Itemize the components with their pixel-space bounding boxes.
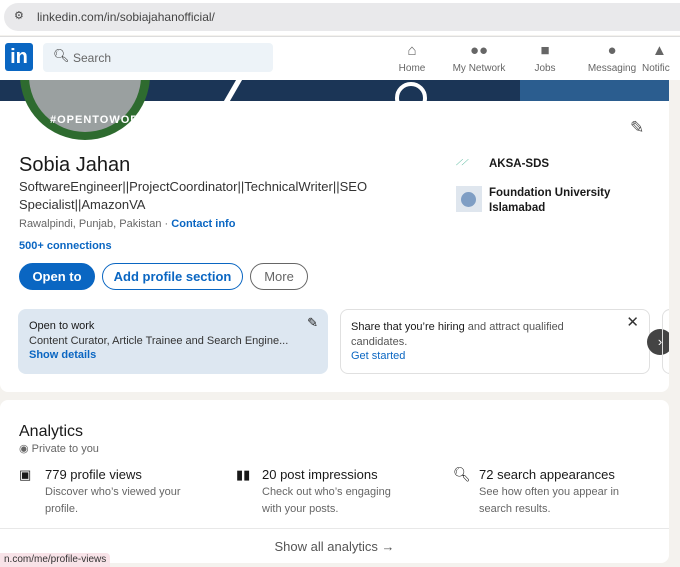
- edit-intro-icon[interactable]: ✎: [630, 118, 644, 138]
- hiring-bold: Share that you’re hiring: [351, 321, 465, 333]
- profile-name: Sobia Jahan: [19, 154, 131, 176]
- nav-my-network[interactable]: ●● My Network: [447, 42, 511, 74]
- profile-headline: SoftwareEngineer||ProjectCoordinator||Te…: [19, 179, 368, 212]
- open-to-button[interactable]: Open to: [19, 263, 95, 290]
- eye-icon: ◉: [19, 443, 29, 455]
- nav-messaging[interactable]: ● Messaging: [580, 42, 644, 74]
- contact-info-link[interactable]: Contact info: [171, 218, 235, 230]
- nav-label: Jobs: [534, 63, 556, 74]
- get-started-link[interactable]: Get started: [351, 349, 639, 364]
- connections-link[interactable]: 500+ connections: [19, 240, 112, 252]
- nav-jobs[interactable]: ■ Jobs: [513, 42, 577, 74]
- company-logo: ⟋⟋: [456, 158, 468, 167]
- nav-label: Messaging: [587, 63, 637, 74]
- profile-card: #OPENTOWORK ✎ Sobia Jahan SoftwareEngine…: [0, 80, 669, 392]
- more-button[interactable]: More: [250, 263, 308, 290]
- open-to-work-badge: #OPENTOWORK: [50, 114, 149, 126]
- site-settings-icon[interactable]: ⚙: [14, 9, 24, 22]
- privacy-label: Private to you: [31, 443, 99, 455]
- stat-value: 72 search appearances: [479, 467, 615, 482]
- status-bar-url: n.com/me/profile-views: [0, 553, 111, 567]
- network-icon: ●●: [470, 42, 489, 59]
- open-to-work-box: Open to work Content Curator, Article Tr…: [18, 309, 328, 374]
- next-card-edge: [662, 309, 669, 374]
- open-to-work-roles: Content Curator, Article Trainee and Sea…: [29, 334, 289, 347]
- search-placeholder: Search: [73, 51, 112, 65]
- open-to-work-title: Open to work: [29, 320, 95, 332]
- stat-value: 779 profile views: [45, 467, 142, 482]
- analytics-title: Analytics: [19, 423, 84, 440]
- people-icon: ▣: [19, 467, 32, 482]
- search-icon: 🔍︎: [453, 466, 471, 482]
- address-bar[interactable]: ⚙ linkedin.com/in/sobiajahanofficial/: [4, 3, 680, 31]
- location: Rawalpindi, Punjab, Pakistan: [19, 218, 162, 230]
- location-row: Rawalpindi, Punjab, Pakistan · Contact i…: [19, 218, 235, 230]
- search-icon: 🔍︎: [53, 48, 70, 63]
- stat-desc: See how often you appear in search resul…: [479, 486, 620, 515]
- edit-icon[interactable]: ✎: [307, 315, 318, 331]
- company-name[interactable]: AKSA-SDS: [489, 158, 549, 170]
- briefcase-icon: ■: [540, 42, 550, 59]
- stat-search-appearances[interactable]: 🔍︎ 72 search appearances See how often you…: [453, 466, 629, 518]
- stat-post-impressions[interactable]: ▮▮ 20 post impressions Check out who’s eng…: [236, 467, 412, 518]
- url-text[interactable]: linkedin.com/in/sobiajahanofficial/: [37, 10, 215, 24]
- bell-icon: ▲: [652, 42, 667, 59]
- show-details-link[interactable]: Show details: [29, 348, 317, 363]
- message-icon: ●: [607, 42, 617, 59]
- close-icon[interactable]: ✕: [626, 315, 639, 331]
- nav-label: My Network: [452, 63, 506, 74]
- linkedin-logo[interactable]: in: [5, 43, 33, 71]
- nav-label: Home: [398, 63, 426, 74]
- school-logo: [456, 186, 482, 212]
- privacy-row: ◉ Private to you: [19, 442, 99, 455]
- nav-notifications[interactable]: ▲ Notific: [642, 42, 680, 74]
- nav-home[interactable]: ⌂ Home: [380, 42, 444, 74]
- analytics-card: Analytics ◉ Private to you ▣ 779 profile …: [0, 400, 669, 563]
- separator: ·: [164, 218, 169, 230]
- school-name[interactable]: Foundation University Islamabad: [489, 186, 619, 215]
- stat-profile-views[interactable]: ▣ 779 profile views Discover who’s viewed …: [19, 467, 195, 518]
- hiring-box: Share that you’re hiring and attract qua…: [340, 309, 650, 374]
- stat-desc: Check out who’s engaging with your posts…: [262, 486, 391, 515]
- add-profile-section-button[interactable]: Add profile section: [102, 263, 243, 290]
- show-all-analytics-link[interactable]: Show all analytics →: [0, 539, 669, 554]
- stat-desc: Discover who’s viewed your profile.: [45, 486, 181, 515]
- bar-chart-icon: ▮▮: [236, 467, 251, 482]
- divider: [0, 528, 669, 529]
- home-icon: ⌂: [407, 42, 417, 59]
- nav-label: Notific: [642, 63, 670, 74]
- browser-bar: ⚙ linkedin.com/in/sobiajahanofficial/: [0, 0, 680, 35]
- stat-value: 20 post impressions: [262, 467, 378, 482]
- profile-photo[interactable]: #OPENTOWORK: [20, 80, 150, 140]
- search-input[interactable]: 🔍︎ Search: [43, 43, 273, 72]
